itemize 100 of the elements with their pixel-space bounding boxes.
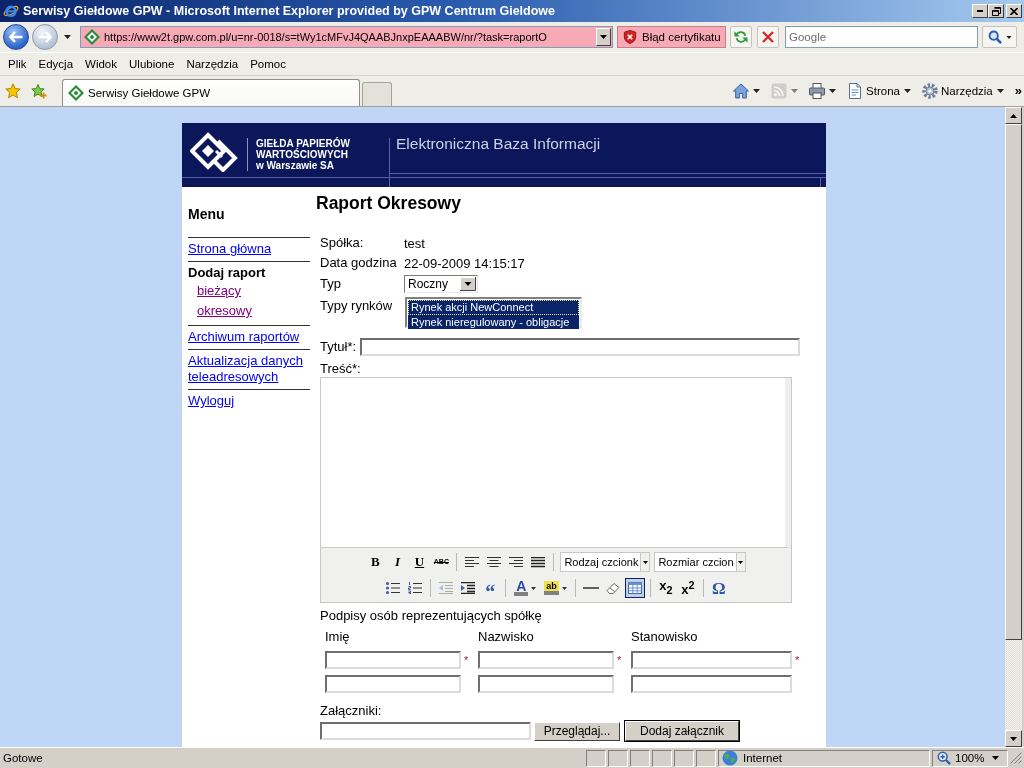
minimize-button[interactable] xyxy=(972,4,988,18)
caret-icon xyxy=(63,35,71,39)
page-icon xyxy=(847,83,864,99)
subscript-button[interactable]: x$_{2}$ xyxy=(655,578,676,598)
numbered-list-icon xyxy=(408,582,423,594)
required-mark: * xyxy=(795,654,800,666)
search-icon xyxy=(987,30,1002,44)
restore-icon xyxy=(991,6,1001,16)
text-field[interactable] xyxy=(325,675,461,693)
menu-item[interactable]: Widok xyxy=(79,54,123,74)
back-button[interactable] xyxy=(3,24,29,50)
field-label: Tytuł*: xyxy=(320,338,357,356)
diamond-logo-icon xyxy=(68,85,84,101)
tools-menu-button[interactable]: Narzędzia xyxy=(921,80,1005,102)
caret-icon xyxy=(996,89,1004,93)
text-field[interactable] xyxy=(325,651,461,669)
field-label: Załączniki: xyxy=(320,703,382,718)
table-button[interactable] xyxy=(624,578,645,598)
favorites-button[interactable] xyxy=(4,82,22,100)
add-attachment-button[interactable]: Dodaj załącznik xyxy=(625,721,739,741)
vertical-scrollbar[interactable] xyxy=(1005,107,1022,747)
close-button[interactable] xyxy=(1006,4,1022,18)
refresh-button[interactable] xyxy=(730,26,752,48)
status-pane xyxy=(674,749,694,767)
caret-icon xyxy=(904,89,911,93)
text-field[interactable] xyxy=(478,675,614,693)
scroll-down-button[interactable] xyxy=(1005,730,1022,747)
column-header: Nazwisko xyxy=(478,629,535,645)
field-label: Data godzina xyxy=(320,254,398,272)
italic-button[interactable]: I xyxy=(387,552,408,572)
address-dropdown-button[interactable] xyxy=(596,28,611,46)
add-favorite-button[interactable] xyxy=(30,82,48,100)
table-icon xyxy=(627,582,642,594)
indent-icon xyxy=(461,582,476,594)
special-character-button[interactable]: Ω xyxy=(708,578,729,598)
certificate-error-button[interactable]: Błąd certyfikatu xyxy=(617,26,726,48)
zoom-button[interactable]: 100% xyxy=(932,749,1008,767)
page-menu-button[interactable]: Strona xyxy=(846,80,912,102)
refresh-icon xyxy=(734,30,748,44)
menu-item[interactable]: Ulubione xyxy=(123,54,181,74)
browse-button[interactable]: Przeglądaj... xyxy=(534,721,620,741)
search-field[interactable]: Google xyxy=(785,26,978,48)
caret-icon xyxy=(531,586,537,590)
sidebar-link[interactable]: Wyloguj xyxy=(188,393,235,409)
menu-item[interactable]: Narzędzia xyxy=(180,54,245,74)
zoom-icon xyxy=(937,751,951,765)
text-field[interactable] xyxy=(631,651,792,669)
left-arrow-icon xyxy=(9,31,23,43)
dropdown-arrow-icon xyxy=(460,277,476,291)
menu-heading: Menu xyxy=(188,205,226,223)
listbox-option[interactable]: Rynek akcji NewConnect xyxy=(408,300,579,315)
section-label: Podpisy osób reprezentujących spółkę xyxy=(320,608,542,623)
content-editor-field[interactable] xyxy=(321,378,791,548)
menu-item[interactable]: Pomoc xyxy=(244,54,292,74)
highlight-button[interactable]: ab xyxy=(541,578,570,598)
superscript-button[interactable]: x$^{2}$ xyxy=(677,578,698,598)
resize-grip-icon xyxy=(1010,752,1022,764)
field-label: Spółka: xyxy=(320,234,365,252)
bold-button[interactable]: B xyxy=(365,552,386,572)
sidebar-link[interactable]: Archiwum raportów xyxy=(188,329,300,345)
column-header: Imię xyxy=(325,629,351,645)
sidebar-link[interactable]: okresowy xyxy=(197,303,252,319)
sidebar-link[interactable]: Aktualizacja danych teleadresowych xyxy=(188,353,310,385)
house-icon xyxy=(733,83,750,99)
text-field[interactable] xyxy=(631,675,792,693)
file-path-field[interactable] xyxy=(320,722,531,740)
logo-text: GIEŁDA PAPIERÓW WARTOŚCIOWYCH w Warszawie SA xyxy=(247,138,350,171)
underline-button[interactable]: U xyxy=(409,552,430,572)
scroll-thumb[interactable] xyxy=(1005,124,1022,640)
star-plus-icon xyxy=(31,83,47,99)
caret-icon xyxy=(600,35,607,39)
title-field[interactable] xyxy=(360,338,800,356)
print-button[interactable] xyxy=(808,80,838,102)
browser-logo-icon xyxy=(3,3,19,19)
text-field[interactable] xyxy=(478,651,614,669)
blockquote-button[interactable]: “ xyxy=(480,578,501,598)
stop-button[interactable] xyxy=(757,26,779,48)
address-field[interactable]: https://www2t.gpw.com.pl/u=nr-0018/s=tWy1cMFvJ4QAABJnxpEAAABW/nr/?task=raportO xyxy=(80,26,613,48)
diamond-logo-icon xyxy=(84,29,100,45)
menu-item[interactable]: Edycja xyxy=(32,54,80,74)
field-value: test xyxy=(404,235,425,251)
text-color-button[interactable]: A xyxy=(511,578,540,598)
scroll-up-button[interactable] xyxy=(1005,107,1022,124)
toolbar-dropdown[interactable]: Rozmiar czcion xyxy=(654,552,746,572)
field-label: Typy rynków xyxy=(320,297,394,315)
market-listbox[interactable]: Rynek akcji NewConnect Rynek nieregulowany - obligacje xyxy=(405,297,582,328)
eraser-icon xyxy=(605,582,620,594)
printer-icon xyxy=(809,83,826,99)
type-select[interactable]: Roczny xyxy=(404,275,478,293)
sidebar-link[interactable]: bieżący xyxy=(197,283,242,299)
more-button[interactable]: » xyxy=(1014,84,1022,98)
toolbar-dropdown[interactable]: Rodzaj czcionk xyxy=(560,552,651,572)
caret-icon xyxy=(791,89,799,93)
restore-button[interactable] xyxy=(988,4,1004,18)
menu-item[interactable]: Plik xyxy=(2,54,33,74)
tab[interactable]: Serwisy Giełdowe GPW xyxy=(62,79,360,106)
sidebar-link[interactable]: Strona główna xyxy=(188,241,272,257)
search-button[interactable] xyxy=(982,26,1017,48)
required-mark: * xyxy=(617,654,622,666)
window-title: Serwisy Giełdowe GPW - Microsoft Internet Explorer provided by GPW Centrum Gieldowe xyxy=(23,4,557,18)
